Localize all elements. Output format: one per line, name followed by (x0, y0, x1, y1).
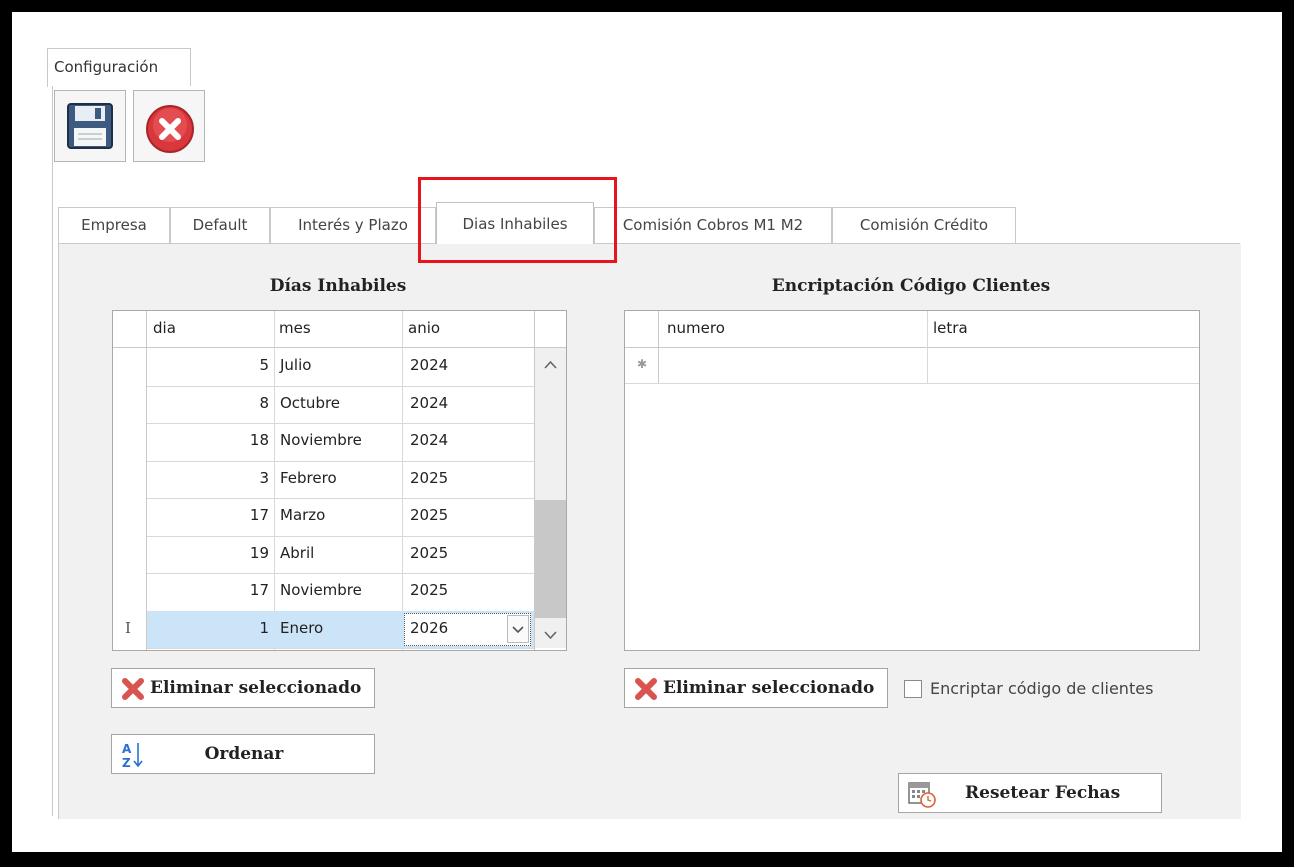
scroll-down-icon[interactable] (535, 620, 566, 650)
sort-label: Ordenar (204, 744, 284, 764)
encrypt-checkbox-label[interactable]: Encriptar código de clientes (930, 679, 1153, 698)
column-header-dia[interactable]: dia (153, 319, 176, 337)
dropdown-arrow-button[interactable] (507, 614, 529, 643)
cell-mes[interactable]: Marzo (280, 506, 400, 524)
cell-mes[interactable]: Enero (280, 619, 400, 637)
tab-configuracion-label: Configuración (54, 58, 159, 76)
encriptacion-delete-label: Eliminar seleccionado (663, 678, 875, 698)
dias-delete-label: Eliminar seleccionado (150, 678, 362, 698)
cancel-button[interactable] (133, 90, 205, 162)
new-row-icon: ✱ (637, 357, 648, 371)
tab-configuracion[interactable]: Configuración (47, 48, 191, 87)
reset-dates-label: Resetear Fechas (965, 783, 1121, 803)
cell-dia[interactable]: 17 (147, 506, 269, 524)
cell-anio[interactable]: 2025 (410, 544, 500, 562)
delete-x-icon (122, 678, 144, 700)
cell-mes[interactable]: Abril (280, 544, 400, 562)
main-tab-strip (52, 54, 1240, 87)
delete-x-icon (635, 678, 657, 700)
cell-dia[interactable]: 1 (147, 619, 269, 637)
dias-grid-header (113, 311, 566, 347)
cell-anio[interactable]: 2026 (410, 619, 500, 637)
cell-mes[interactable]: Octubre (280, 394, 400, 412)
close-circle-icon (146, 105, 194, 153)
encriptacion-title: Encriptación Código Clientes (771, 276, 1051, 296)
dias-grid[interactable]: dia mes anio 5 Julio 2024 8 Octubre 2024 18 Nov… (112, 310, 567, 651)
dias-inhabiles-title: Días Inhabiles (269, 276, 407, 296)
cell-anio[interactable]: 2024 (410, 394, 500, 412)
cell-dia[interactable]: 19 (147, 544, 269, 562)
cell-anio[interactable]: 2025 (410, 469, 500, 487)
cell-mes[interactable]: Noviembre (280, 581, 400, 599)
cell-anio[interactable]: 2024 (410, 356, 500, 374)
column-header-mes[interactable]: mes (279, 319, 311, 337)
encriptacion-grid[interactable]: numero letra ✱ (624, 310, 1200, 651)
encriptacion-delete-button[interactable]: Eliminar seleccionado (624, 668, 888, 708)
sort-button[interactable]: A Z Ordenar (111, 734, 375, 774)
column-header-anio[interactable]: anio (408, 319, 440, 337)
new-row-numero-cell[interactable] (659, 348, 927, 383)
tab-comision-credito-label: Comisión Crédito (859, 216, 989, 234)
column-header-letra[interactable]: letra (933, 319, 968, 337)
reset-dates-button[interactable]: Resetear Fechas (898, 773, 1162, 813)
new-row-letra-cell[interactable] (928, 348, 1198, 383)
tab-interes-plazo-label: Interés y Plazo (298, 216, 408, 234)
tab-default-label: Default (192, 216, 248, 234)
tab-comision-cobros-label: Comisión Cobros M1 M2 (622, 216, 804, 234)
tab-comision-cobros[interactable]: Comisión Cobros M1 M2 (594, 207, 832, 243)
tab-empresa[interactable]: Empresa (58, 207, 170, 243)
cell-anio[interactable]: 2024 (410, 431, 500, 449)
save-button[interactable] (54, 90, 126, 162)
encrypt-checkbox[interactable] (904, 680, 922, 698)
dias-delete-button[interactable]: Eliminar seleccionado (111, 668, 375, 708)
cell-mes[interactable]: Febrero (280, 469, 400, 487)
tab-comision-credito[interactable]: Comisión Crédito (832, 207, 1016, 243)
cell-anio[interactable]: 2025 (410, 506, 500, 524)
floppy-disk-icon (67, 103, 113, 149)
column-header-numero[interactable]: numero (667, 319, 725, 337)
cell-dia[interactable]: 18 (147, 431, 269, 449)
highlight-box (418, 177, 617, 263)
dias-scroll-thumb[interactable] (535, 500, 566, 618)
cell-dia[interactable]: 5 (147, 356, 269, 374)
tab-interes-plazo[interactable]: Interés y Plazo (270, 207, 436, 243)
scroll-up-icon[interactable] (535, 348, 566, 378)
cell-dia[interactable]: 17 (147, 581, 269, 599)
chevron-down-icon (512, 625, 524, 633)
tab-empresa-label: Empresa (81, 216, 147, 234)
calendar-clock-icon (908, 782, 936, 808)
tab-default[interactable]: Default (170, 207, 270, 243)
cell-dia[interactable]: 3 (147, 469, 269, 487)
cell-anio[interactable]: 2025 (410, 581, 500, 599)
dias-scrollbar[interactable] (535, 348, 566, 648)
cell-dia[interactable]: 8 (147, 394, 269, 412)
edit-row-indicator: I (125, 618, 131, 637)
cell-mes[interactable]: Julio (280, 356, 400, 374)
config-window: Configuración Empresa Default Interés y … (0, 0, 1294, 867)
cell-mes[interactable]: Noviembre (280, 431, 400, 449)
